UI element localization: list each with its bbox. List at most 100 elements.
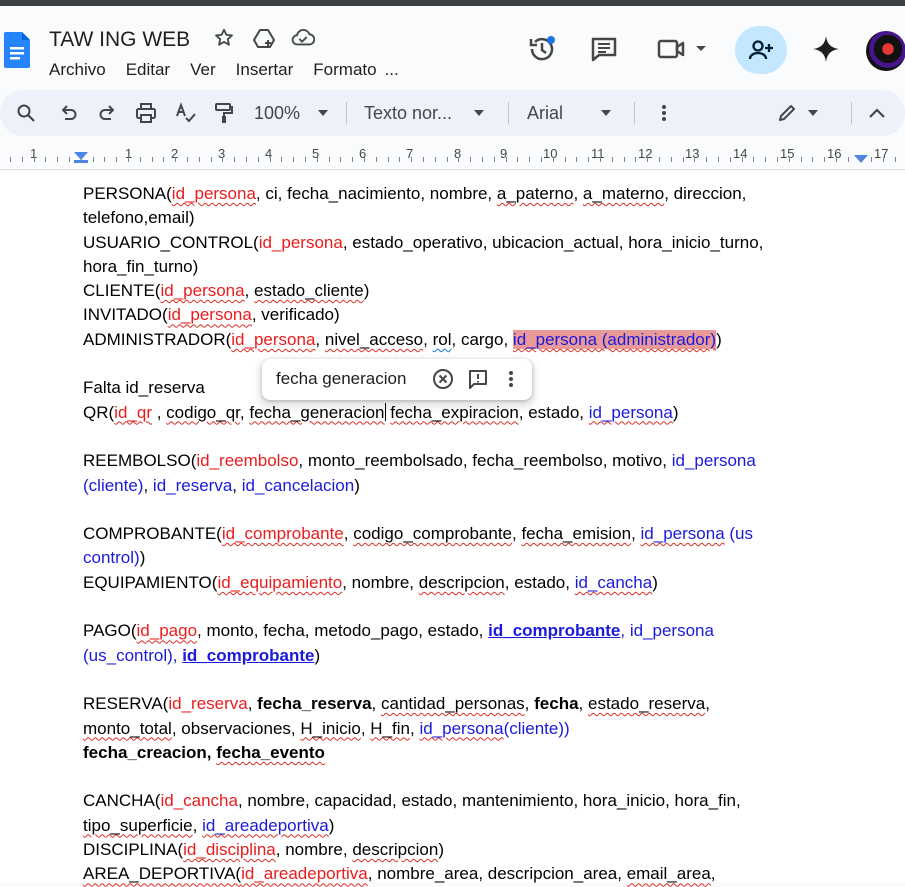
- paragraph-style-select[interactable]: Texto nor...: [364, 101, 492, 125]
- ruler-tick: [364, 157, 365, 162]
- popup-more-icon[interactable]: [500, 368, 522, 390]
- ruler-number: 6: [359, 146, 367, 161]
- meet-icon[interactable]: [656, 34, 712, 64]
- ruler-tick: [624, 157, 625, 162]
- ruler-tick: [399, 157, 400, 162]
- document-title[interactable]: TAW ING WEB: [49, 28, 190, 52]
- paragraph-pago: PAGO(id_pago, monto, fecha, metodo_pago,…: [83, 619, 823, 643]
- ruler-tick: [45, 157, 46, 162]
- ruler-tick: [506, 157, 507, 162]
- ruler-tick: [222, 157, 223, 162]
- ruler-tick: [635, 157, 636, 162]
- undo-icon[interactable]: [56, 101, 80, 125]
- text-run: id_persona (administrador): [512, 329, 717, 349]
- text-run: id_equipamiento: [217, 572, 343, 592]
- ruler-tick: [824, 157, 825, 162]
- menu-ver[interactable]: Ver: [190, 60, 216, 80]
- ruler-tick: [694, 157, 695, 162]
- ruler-tick: [742, 157, 743, 162]
- ruler-tick: [753, 157, 754, 162]
- font-value: Arial: [527, 102, 564, 123]
- ruler-number: 12: [638, 146, 653, 161]
- text-run: id_pago: [136, 621, 198, 641]
- ruler-tick: [777, 157, 778, 162]
- text-run: estado_reserva: [588, 694, 706, 714]
- ruler-tick: [340, 157, 341, 162]
- paragraph-reembolso-cont: (cliente), id_reserva, id_cancelacion): [83, 474, 823, 498]
- menu-formato[interactable]: Formato: [313, 60, 376, 80]
- collapse-menus-icon[interactable]: [866, 101, 888, 125]
- text-run: Falta id_reserva: [83, 378, 205, 398]
- text-run: rol: [432, 329, 452, 349]
- menu-more[interactable]: ...: [385, 60, 399, 80]
- ruler-tick: [281, 157, 282, 162]
- paragraph-qr: QR(id_qr , codigo_qr, fecha_generacion f…: [83, 401, 823, 425]
- redo-icon[interactable]: [96, 101, 120, 125]
- zoom-value: 100%: [254, 102, 301, 123]
- text-run: id_comprobante: [488, 621, 621, 641]
- ruler-tick: [376, 157, 377, 162]
- menu-archivo[interactable]: Archivo: [49, 60, 106, 80]
- comments-icon[interactable]: [589, 34, 619, 64]
- version-history-icon[interactable]: [527, 34, 557, 64]
- ruler-tick: [352, 157, 353, 162]
- chevron-down-icon: [601, 110, 612, 116]
- text-run: PERSONA(: [83, 184, 172, 203]
- text-run: ,: [315, 329, 325, 349]
- share-button[interactable]: [735, 26, 787, 74]
- ruler-tick: [93, 157, 94, 162]
- ruler-number: 14: [733, 146, 748, 161]
- text-run: ADMINISTRADOR(: [83, 329, 232, 349]
- ruler-tick: [718, 157, 719, 162]
- ruler-tick: [10, 157, 11, 162]
- star-icon[interactable]: [212, 26, 236, 50]
- ruler-tick: [470, 157, 471, 162]
- text-run: telefono,email): [83, 208, 195, 228]
- paint-format-icon[interactable]: [212, 101, 236, 125]
- font-select[interactable]: Arial: [527, 101, 623, 125]
- docs-logo-icon[interactable]: [4, 32, 30, 68]
- text-run: (us_control),: [83, 645, 183, 665]
- text-run: ): [363, 281, 370, 301]
- ruler-tick: [69, 157, 70, 162]
- menu-editar[interactable]: Editar: [126, 60, 170, 80]
- horizontal-ruler[interactable]: 1 1 2 3 4 5 6 7 8 9 10 11 12 13 14 15 16…: [0, 140, 905, 170]
- user-avatar[interactable]: [866, 31, 905, 71]
- text-run: , estado_operativo, ubicacion_actual, ho…: [342, 232, 764, 252]
- gemini-icon[interactable]: [811, 34, 841, 64]
- add-person-icon: [748, 40, 773, 60]
- print-icon[interactable]: [134, 101, 158, 125]
- paragraph-disciplina: DISCIPLINA(id_disciplina, nombre, descri…: [83, 838, 823, 862]
- ruler-tick: [305, 157, 306, 162]
- document-body[interactable]: PERSONA(id_persona, ci, fecha_nacimiento…: [83, 182, 823, 887]
- menu-insertar[interactable]: Insertar: [236, 60, 294, 80]
- search-menus-icon[interactable]: [14, 101, 38, 125]
- text-run: descripcion: [352, 840, 439, 860]
- ruler-tick: [517, 157, 518, 162]
- text-run: USUARIO_CONTROL(: [83, 232, 259, 252]
- text-run: id_persona: [258, 232, 343, 252]
- text-run: id_persona: [167, 305, 252, 325]
- text-run: REEMBOLSO(: [83, 451, 197, 471]
- text-run: estado_cliente: [254, 281, 364, 301]
- zoom-select[interactable]: 100%: [254, 101, 336, 125]
- move-to-drive-icon[interactable]: [252, 26, 276, 50]
- cloud-saved-icon[interactable]: [291, 26, 315, 50]
- add-comment-icon[interactable]: [467, 368, 489, 390]
- paragraph-cancha: CANCHA(id_cancha, nombre, capacidad, est…: [83, 789, 823, 813]
- right-indent-marker[interactable]: [854, 155, 868, 163]
- paragraph-area: AREA_DEPORTIVA(id_areadeportiva, nombre_…: [83, 862, 823, 886]
- editing-mode-select[interactable]: [776, 101, 824, 125]
- ruler-tick: [683, 157, 684, 162]
- text-run: PAGO(: [83, 621, 137, 641]
- text-run: control): [83, 548, 140, 568]
- text-run: fecha_emision: [521, 524, 632, 544]
- text-run: (us: [724, 524, 753, 544]
- text-run: ,: [578, 694, 588, 714]
- text-run: a_paterno: [496, 184, 574, 203]
- ruler-number: 17: [874, 146, 889, 161]
- ruler-tick: [848, 157, 849, 162]
- spellcheck-icon[interactable]: [174, 101, 198, 125]
- dismiss-icon[interactable]: [432, 368, 454, 390]
- more-options-icon[interactable]: [654, 101, 674, 125]
